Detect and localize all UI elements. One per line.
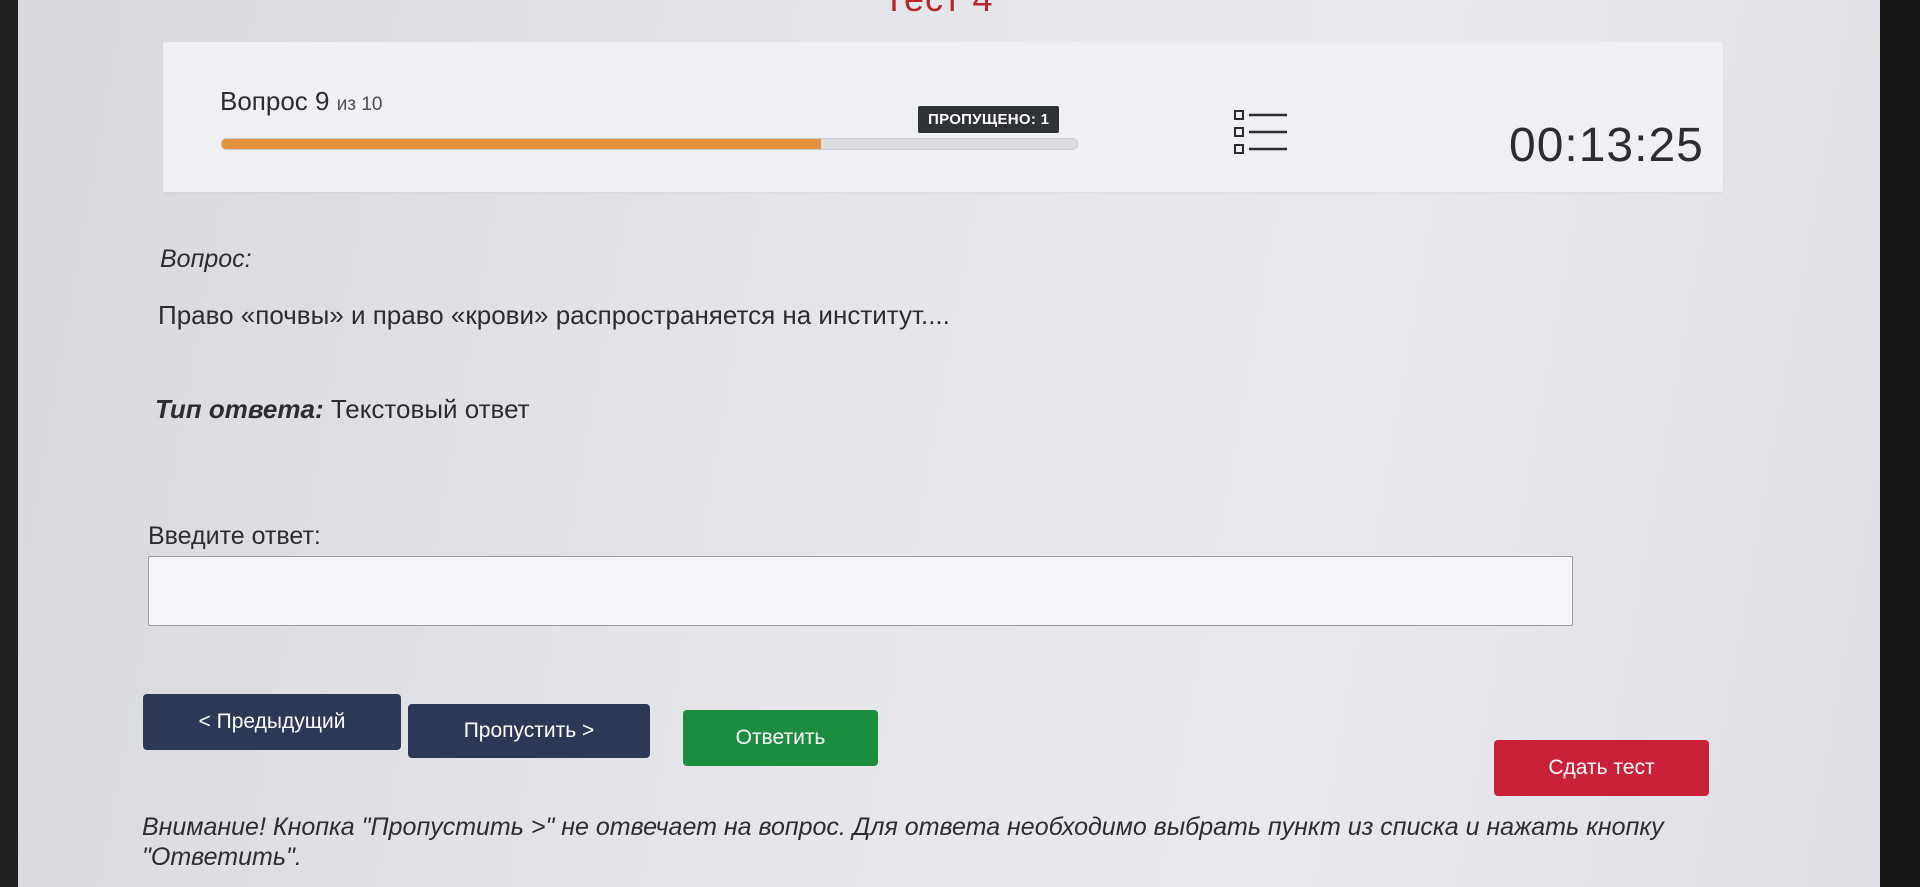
question-total: из 10	[336, 94, 383, 115]
answer-type-label: Тип ответа:	[155, 394, 324, 424]
progress-fill	[222, 139, 821, 149]
skipped-badge[interactable]: ПРОПУЩЕНО: 1	[918, 106, 1060, 133]
countdown-timer: 00:13:25	[1509, 119, 1704, 172]
screen-bezel	[1880, 0, 1920, 887]
question-heading: Вопрос:	[160, 245, 252, 273]
answer-type-value: Текстовый ответ	[330, 394, 530, 424]
answer-type: Тип ответа: Текстовый ответ	[155, 394, 530, 425]
submit-test-button[interactable]: Сдать тест	[1494, 740, 1709, 796]
answer-label: Введите ответ:	[148, 522, 321, 550]
question-list-icon[interactable]	[1233, 108, 1289, 156]
question-counter: Вопрос 9 из 10	[220, 86, 382, 117]
skip-notice: Внимание! Кнопка "Пропустить >" не отвеч…	[142, 813, 1664, 871]
progress-bar	[221, 138, 1078, 150]
question-number: Вопрос 9	[220, 86, 330, 116]
test-header: Вопрос 9 из 10 ПРОПУЩЕНО: 1 00:13:25	[163, 42, 1723, 192]
question-text: Право «почвы» и право «крови» распростра…	[158, 300, 950, 330]
answer-button[interactable]: Ответить	[683, 710, 878, 766]
skip-button[interactable]: Пропустить >	[408, 704, 650, 758]
page-title: Тест 4	[883, 0, 994, 20]
previous-button[interactable]: < Предыдущий	[143, 694, 401, 750]
answer-input[interactable]	[148, 556, 1573, 626]
test-screen: Тест 4 Вопрос 9 из 10 ПРОПУЩЕНО: 1 00:13…	[18, 0, 1880, 887]
